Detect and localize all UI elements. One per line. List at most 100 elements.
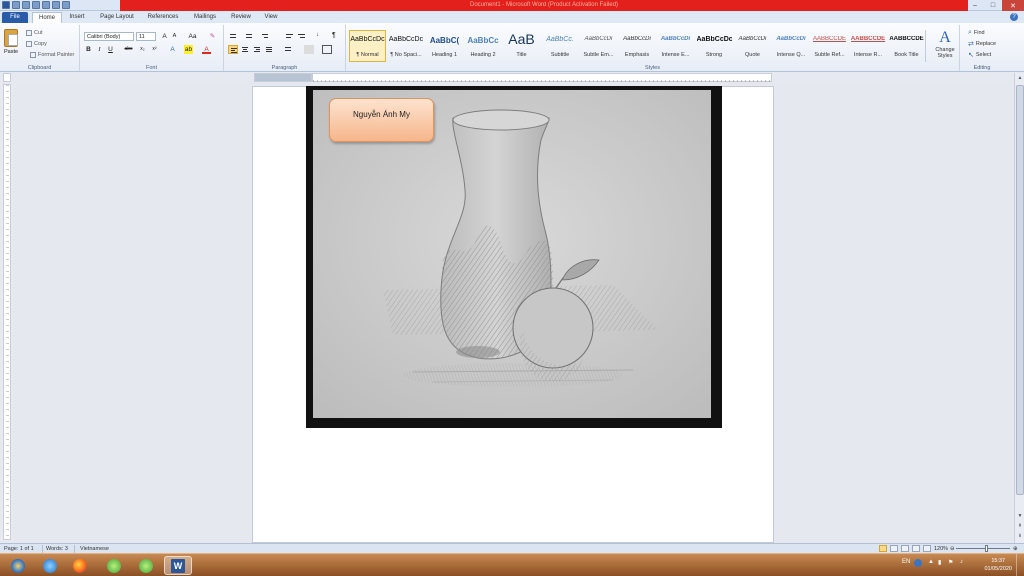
web-layout-view-button[interactable] — [901, 545, 909, 552]
action-center-icon[interactable]: ⚑ — [948, 559, 953, 566]
proofing-language[interactable]: Vietnamese — [80, 546, 109, 552]
internet-explorer-button[interactable] — [36, 556, 64, 575]
tab-file[interactable]: File — [2, 12, 28, 23]
style-11[interactable]: AaBbCcDi Quote — [734, 30, 771, 62]
clear-formatting-icon[interactable]: ✎ — [208, 32, 217, 41]
redo-icon[interactable] — [32, 1, 40, 9]
bold-button[interactable]: B — [84, 45, 93, 54]
style-3[interactable]: AaBbC(Heading 1 — [426, 30, 463, 62]
maximize-button[interactable]: □ — [984, 0, 1002, 11]
sort-icon[interactable]: ↓ — [316, 32, 326, 41]
ruler-toggle[interactable] — [3, 73, 11, 82]
align-center-button[interactable] — [240, 45, 250, 54]
style-2[interactable]: AaBbCcDc ¶ No Spaci... — [388, 30, 425, 62]
vertical-ruler[interactable] — [3, 84, 11, 540]
font-color-icon[interactable]: A — [202, 45, 211, 54]
strikethrough-button[interactable]: abc — [124, 45, 133, 54]
format-painter-button[interactable]: Format Painter — [30, 52, 74, 58]
shading-icon[interactable] — [304, 45, 314, 54]
cut-button[interactable]: Cut — [26, 30, 43, 36]
zoom-out-icon[interactable]: ⊖ — [950, 546, 955, 552]
start-button[interactable] — [4, 556, 32, 575]
change-case-icon[interactable]: Aa — [188, 32, 197, 41]
word-count[interactable]: Words: 3 — [46, 546, 68, 552]
language-indicator[interactable]: EN — [902, 559, 910, 565]
word-app-icon[interactable] — [2, 1, 10, 9]
grow-font-icon[interactable]: A — [160, 32, 169, 41]
increase-indent-icon[interactable] — [296, 32, 306, 41]
style-4[interactable]: AaBbCc Heading 2 — [465, 30, 502, 62]
style-10[interactable]: AaBbCcDc Strong — [696, 30, 733, 62]
show-desktop-button[interactable] — [1016, 554, 1024, 576]
text-effects-icon[interactable]: A — [168, 45, 177, 54]
zoom-slider-thumb[interactable] — [985, 545, 988, 552]
justify-button[interactable] — [264, 45, 274, 54]
subscript-button[interactable]: x₂ — [138, 45, 147, 54]
style-5[interactable]: AaB Title — [503, 30, 540, 62]
print-layout-view-button[interactable] — [879, 545, 887, 552]
shrink-font-icon[interactable]: A — [170, 32, 179, 41]
coccoc-button[interactable] — [100, 556, 128, 575]
name-text-box[interactable]: Nguyễn Ánh My — [329, 98, 434, 142]
styles-gallery-scroll[interactable] — [925, 30, 933, 62]
tab-review[interactable]: Review — [226, 12, 256, 23]
taskbar-clock[interactable]: 15:37 01/05/2020 — [984, 557, 1012, 573]
page-count[interactable]: Page: 1 of 1 — [4, 546, 34, 552]
borders-icon[interactable] — [322, 45, 332, 54]
copy-button[interactable]: Copy — [26, 41, 47, 47]
coccoc-second-button[interactable] — [132, 556, 160, 575]
vertical-scrollbar[interactable]: ▲ ▼ ⇞ ⇟ — [1014, 73, 1024, 543]
style-12[interactable]: AaBbCcDi Intense Q... — [773, 30, 810, 62]
previous-page-icon[interactable]: ⇞ — [1016, 522, 1024, 531]
close-button[interactable]: ✕ — [1002, 0, 1024, 11]
help-tray-icon[interactable] — [914, 559, 922, 567]
minimize-button[interactable]: – — [966, 0, 984, 11]
quick-access-dropdown-icon[interactable] — [62, 1, 70, 9]
help-icon[interactable]: ? — [1010, 13, 1018, 21]
paste-icon[interactable] — [4, 29, 18, 47]
style-8[interactable]: AaBbCcDi Emphasis — [619, 30, 656, 62]
find-button[interactable]: ⌕ Find — [968, 29, 985, 37]
underline-button[interactable]: U — [106, 45, 115, 54]
print-preview-icon[interactable] — [42, 1, 50, 9]
network-icon[interactable]: ▮ — [938, 559, 941, 566]
style-7[interactable]: AaBbCcDi Subtle Em... — [580, 30, 617, 62]
numbering-icon[interactable] — [244, 32, 254, 41]
show-marks-icon[interactable]: ¶ — [332, 32, 342, 41]
change-styles-button[interactable]: A Change Styles — [934, 29, 956, 59]
font-size-select[interactable]: 11 — [136, 32, 156, 41]
style-15[interactable]: AABBCCDE Book Title — [888, 30, 925, 62]
align-left-button[interactable] — [228, 45, 238, 54]
next-page-icon[interactable]: ⇟ — [1016, 532, 1024, 541]
style-1[interactable]: AaBbCcDc ¶ Normal — [349, 30, 386, 62]
spelling-icon[interactable] — [52, 1, 60, 9]
font-family-select[interactable]: Calibri (Body) — [84, 32, 134, 41]
italic-button[interactable]: I — [95, 45, 104, 54]
superscript-button[interactable]: x² — [150, 45, 159, 54]
replace-button[interactable]: ⇄ Replace — [968, 40, 996, 48]
align-right-button[interactable] — [252, 45, 262, 54]
tab-mailings[interactable]: Mailings — [186, 12, 224, 23]
multilevel-list-icon[interactable] — [260, 32, 270, 41]
paste-button[interactable]: Paste — [4, 49, 18, 55]
volume-icon[interactable]: ♪ — [960, 559, 963, 565]
horizontal-ruler[interactable] — [312, 73, 772, 82]
tab-page-layout[interactable]: Page Layout — [94, 12, 140, 23]
highlight-color-icon[interactable]: ab — [184, 45, 193, 54]
zoom-slider[interactable] — [956, 548, 1010, 549]
zoom-in-icon[interactable]: ⊕ — [1013, 546, 1018, 552]
bullets-icon[interactable] — [228, 32, 238, 41]
word-taskbar-button[interactable]: W — [164, 556, 192, 575]
style-13[interactable]: AABBCCDE Subtle Ref... — [811, 30, 848, 62]
firefox-button[interactable] — [66, 556, 94, 575]
decrease-indent-icon[interactable] — [284, 32, 294, 41]
scroll-thumb[interactable] — [1016, 85, 1024, 495]
select-button[interactable]: ↖ Select — [968, 51, 991, 59]
draft-view-button[interactable] — [923, 545, 931, 552]
scroll-up-icon[interactable]: ▲ — [1016, 74, 1024, 83]
full-screen-view-button[interactable] — [890, 545, 898, 552]
tray-expand-icon[interactable]: ▲ — [928, 559, 934, 565]
line-spacing-icon[interactable] — [282, 45, 292, 54]
tab-references[interactable]: References — [142, 12, 184, 23]
zoom-level[interactable]: 120% — [934, 546, 948, 552]
